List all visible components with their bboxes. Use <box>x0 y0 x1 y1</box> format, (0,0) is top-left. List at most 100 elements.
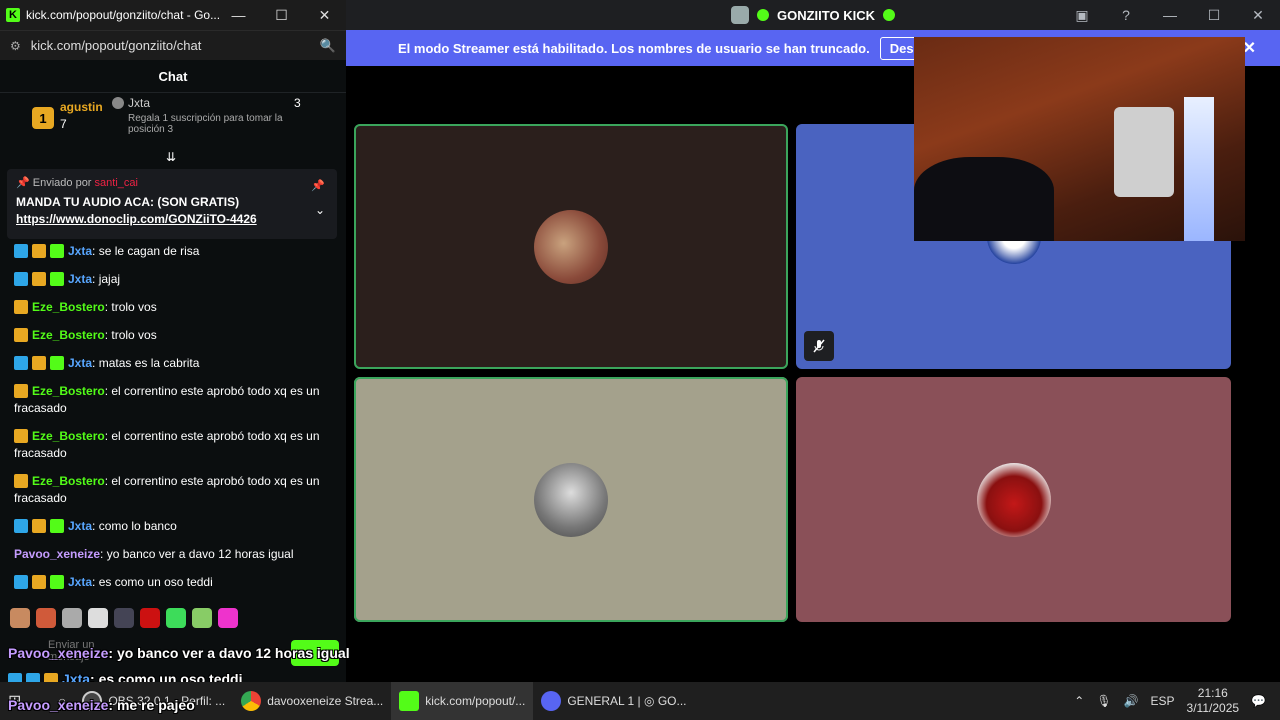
inbox-icon[interactable]: ▣ <box>1060 0 1104 30</box>
mic-icon[interactable]: 🎙 <box>1096 694 1111 708</box>
rank-icon <box>112 97 124 109</box>
taskbar-label: kick.com/popout/... <box>425 694 526 708</box>
sent-by-label: Enviado por <box>32 177 92 189</box>
chat-message: Jxta: matas es la cabrita <box>14 350 332 378</box>
pin-toggle-icon[interactable]: 📌 <box>311 179 325 192</box>
crown-badge-icon <box>32 575 46 589</box>
emote-icon[interactable] <box>62 608 82 628</box>
system-tray: ⌃ 🎙 🔊 ESP 21:16 3/11/2025 💬 <box>1074 682 1280 720</box>
chat-header: Chat <box>0 60 346 93</box>
close-button[interactable]: ✕ <box>303 0 346 30</box>
crown-badge-icon <box>14 328 28 342</box>
overlay-text: : yo banco ver a davo 12 horas igual <box>108 645 350 661</box>
pin-icon: 📌 <box>16 177 30 189</box>
second-name: Jxta <box>128 96 151 110</box>
chat-username[interactable]: Eze_Bostero <box>32 300 105 314</box>
chat-text: yo banco ver a davo 12 horas igual <box>106 547 294 561</box>
chat-username[interactable]: Eze_Bostero <box>32 328 105 342</box>
chat-message: Eze_Bostero: el correntino este aprobó t… <box>14 474 320 505</box>
participant-tile[interactable] <box>796 377 1231 622</box>
chat-username[interactable]: Jxta <box>68 575 92 589</box>
emote-icon[interactable] <box>192 608 212 628</box>
chat-message: Jxta: se le cagan de risa <box>14 238 332 266</box>
site-settings-icon[interactable]: ⚙ <box>10 39 21 53</box>
chat-username[interactable]: Eze_Bostero <box>32 474 105 488</box>
staff-badge-icon <box>14 519 28 533</box>
chat-username[interactable]: Jxta <box>68 272 92 286</box>
emote-icon[interactable] <box>140 608 160 628</box>
staff-badge-icon <box>14 244 28 258</box>
crown-badge-icon <box>14 474 28 488</box>
participant-tile[interactable] <box>354 377 788 622</box>
chat-messages: Jxta: se le cagan de risa Jxta: jajaj Eze_… <box>0 238 346 598</box>
chevron-down-icon[interactable]: ⌄ <box>315 203 325 217</box>
language-indicator[interactable]: ESP <box>1151 694 1175 708</box>
emote-icon[interactable] <box>166 608 186 628</box>
chevron-up-icon[interactable]: ⌃ <box>1074 694 1084 708</box>
browser-titlebar: K kick.com/popout/gonziito/chat - Go... … <box>0 0 346 30</box>
chat-username[interactable]: Eze_Bostero <box>32 429 105 443</box>
overlay-user: Pavoo_xeneize <box>8 645 109 661</box>
chat-text: como lo banco <box>98 519 177 533</box>
notifications-icon[interactable]: 💬 <box>1251 694 1266 708</box>
chat-text: jajaj <box>98 272 121 286</box>
crown-badge-icon <box>32 272 46 286</box>
avatar <box>976 462 1051 537</box>
chat-username[interactable]: Jxta <box>68 244 92 258</box>
chat-username[interactable]: Eze_Bostero <box>32 384 105 398</box>
leader-count: 7 <box>60 117 67 131</box>
channel-title: GONZIITO KICK <box>777 7 875 23</box>
search-icon[interactable]: 🔍 <box>320 38 336 54</box>
address-bar[interactable]: ⚙ kick.com/popout/gonziito/chat 🔍 <box>0 30 346 60</box>
chat-message: Eze_Bostero: el correntino este aprobó t… <box>14 384 320 415</box>
volume-icon[interactable]: 🔊 <box>1124 694 1139 708</box>
clock-time: 21:16 <box>1197 686 1228 700</box>
taskbar-item-discord[interactable]: GENERAL 1 | ◎ GO... <box>533 682 694 720</box>
overlay-user: Pavoo_xeneize <box>8 697 109 713</box>
emote-icon[interactable] <box>36 608 56 628</box>
chat-username[interactable]: Jxta <box>68 356 92 370</box>
emote-icon[interactable] <box>114 608 134 628</box>
participant-tile[interactable] <box>354 124 788 369</box>
pinned-link[interactable]: https://www.donoclip.com/GONZiiTO-4426 <box>16 212 328 226</box>
help-icon[interactable]: ? <box>1104 0 1148 30</box>
sub-badge-icon <box>50 519 64 533</box>
gift-leaderboard: 1 agustin 7 Jxta 3 Regala 1 suscripción … <box>0 93 346 145</box>
chat-username[interactable]: Jxta <box>68 519 92 533</box>
taskbar-label: GENERAL 1 | ◎ GO... <box>567 694 687 708</box>
staff-badge-icon <box>14 356 28 370</box>
minimize-button[interactable]: — <box>1148 0 1192 30</box>
chat-username[interactable]: Pavoo_xeneize <box>14 547 100 561</box>
second-count: 3 <box>294 96 301 110</box>
sub-badge-icon <box>50 244 64 258</box>
taskbar-item-chrome[interactable]: davooxeneize Strea... <box>233 682 391 720</box>
chat-message: Pavoo_xeneize: yo banco ver a davo 12 ho… <box>14 547 294 561</box>
sub-badge-icon <box>50 575 64 589</box>
emote-icon[interactable] <box>10 608 30 628</box>
chat-text: se le cagan de risa <box>98 244 200 258</box>
taskbar-label: davooxeneize Strea... <box>267 694 384 708</box>
kick-logo-icon: K <box>6 8 20 22</box>
chat-message: Pavoo_xeneize: me re pajeo <box>14 597 332 598</box>
maximize-button[interactable]: ☐ <box>260 0 303 30</box>
emote-icon[interactable] <box>88 608 108 628</box>
maximize-button[interactable]: ☐ <box>1192 0 1236 30</box>
staff-badge-icon <box>14 575 28 589</box>
rank-badge: 1 <box>32 107 54 129</box>
sent-by-user: santi_cai <box>94 177 138 189</box>
collapse-icon[interactable]: ⇊ <box>166 150 176 164</box>
sub-badge-icon <box>50 356 64 370</box>
chat-message: Jxta: es como un oso teddi <box>14 569 332 597</box>
banner-text: El modo Streamer está habilitado. Los no… <box>398 40 870 56</box>
minimize-button[interactable]: — <box>217 0 260 30</box>
overlay-line: Pavoo_xeneize: me re pajeo <box>8 697 195 713</box>
close-button[interactable]: ✕ <box>1236 0 1280 30</box>
emote-icon[interactable] <box>218 608 238 628</box>
clock[interactable]: 21:16 3/11/2025 <box>1187 686 1240 716</box>
chat-message: Eze_Bostero: el correntino este aprobó t… <box>14 429 320 460</box>
discord-titlebar: GONZIITO KICK ▣ ? — ☐ ✕ <box>346 0 1280 30</box>
chat-text: matas es la cabrita <box>98 356 200 370</box>
chat-message: Jxta: jajaj <box>14 266 332 294</box>
taskbar-item-kick[interactable]: kick.com/popout/... <box>391 682 534 720</box>
leader-name: agustin <box>60 100 103 114</box>
